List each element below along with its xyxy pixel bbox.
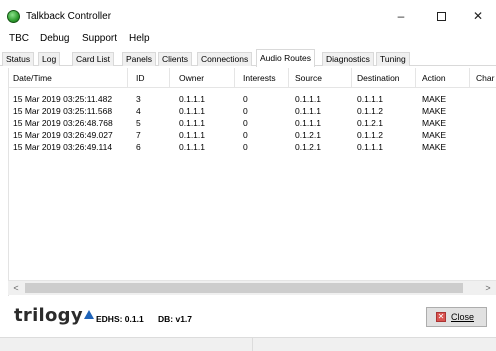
cell-id: 6 xyxy=(136,142,141,152)
column-header-interests[interactable]: Interests xyxy=(243,73,276,83)
tab-panels[interactable]: Panels xyxy=(122,52,156,66)
table-row[interactable]: 15 Mar 2019 03:25:11.482 3 0.1.1.1 0 0.1… xyxy=(9,94,496,106)
column-header-id[interactable]: ID xyxy=(136,73,145,83)
column-divider[interactable] xyxy=(351,68,352,88)
cell-source: 0.1.2.1 xyxy=(295,142,321,152)
horizontal-scrollbar[interactable]: < > xyxy=(8,280,496,295)
cell-date-time: 15 Mar 2019 03:25:11.482 xyxy=(13,94,113,104)
column-divider[interactable] xyxy=(415,68,416,88)
cell-destination: 0.1.1.1 xyxy=(357,142,383,152)
column-header-row: Date/Time ID Owner Interests Source Dest… xyxy=(9,68,496,88)
cell-interests: 0 xyxy=(243,130,248,140)
column-header-char[interactable]: Char xyxy=(476,73,494,83)
footer: trilogy EDHS: 0.1.1 DB: v1.7 ✕ Close xyxy=(0,297,496,337)
cell-source: 0.1.1.1 xyxy=(295,106,321,116)
cell-interests: 0 xyxy=(243,106,248,116)
cell-id: 5 xyxy=(136,118,141,128)
column-divider[interactable] xyxy=(127,68,128,88)
maximize-button[interactable] xyxy=(426,6,456,26)
tab-strip: Status Log Card List Panels Clients Conn… xyxy=(0,49,496,67)
cell-action: MAKE xyxy=(422,94,447,104)
cell-id: 4 xyxy=(136,106,141,116)
cell-id: 7 xyxy=(136,130,141,140)
column-header-destination[interactable]: Destination xyxy=(357,73,400,83)
menu-bar: TBC Debug Support Help xyxy=(0,31,496,47)
cell-interests: 0 xyxy=(243,94,248,104)
cell-interests: 0 xyxy=(243,142,248,152)
cell-date-time: 15 Mar 2019 03:26:48.768 xyxy=(13,118,113,128)
tab-tuning[interactable]: Tuning xyxy=(376,52,410,66)
column-divider[interactable] xyxy=(169,68,170,88)
audio-routes-list[interactable]: Date/Time ID Owner Interests Source Dest… xyxy=(8,68,496,296)
maximize-icon xyxy=(436,12,446,22)
cell-owner: 0.1.1.1 xyxy=(179,118,205,128)
cell-destination: 0.1.1.2 xyxy=(357,106,383,116)
logo-triangle-icon xyxy=(83,310,94,319)
table-row[interactable]: 15 Mar 2019 03:25:11.568 4 0.1.1.1 0 0.1… xyxy=(9,106,496,118)
cell-action: MAKE xyxy=(422,118,447,128)
tab-status[interactable]: Status xyxy=(2,52,35,66)
logo-text: trilogy xyxy=(14,305,83,326)
cell-owner: 0.1.1.1 xyxy=(179,94,205,104)
table-row[interactable]: 15 Mar 2019 03:26:48.768 5 0.1.1.1 0 0.1… xyxy=(9,118,496,130)
cell-date-time: 15 Mar 2019 03:25:11.568 xyxy=(13,106,113,116)
status-bar xyxy=(0,337,496,351)
trilogy-logo: trilogy xyxy=(14,305,94,326)
cell-action: MAKE xyxy=(422,130,447,140)
close-icon: ✕ xyxy=(436,312,446,322)
column-divider[interactable] xyxy=(234,68,235,88)
cell-owner: 0.1.1.1 xyxy=(179,130,205,140)
cell-owner: 0.1.1.1 xyxy=(179,142,205,152)
tab-clients[interactable]: Clients xyxy=(158,52,192,66)
cell-id: 3 xyxy=(136,94,141,104)
scroll-thumb[interactable] xyxy=(25,283,463,293)
menu-support[interactable]: Support xyxy=(82,33,117,44)
db-version: DB: v1.7 xyxy=(158,314,193,324)
menu-tbc[interactable]: TBC xyxy=(9,33,29,44)
cell-date-time: 15 Mar 2019 03:26:49.114 xyxy=(13,142,113,152)
column-divider[interactable] xyxy=(288,68,289,88)
column-header-owner[interactable]: Owner xyxy=(179,73,204,83)
column-header-source[interactable]: Source xyxy=(295,73,322,83)
close-button[interactable]: ✕ Close xyxy=(426,307,487,327)
table-row[interactable]: 15 Mar 2019 03:26:49.027 7 0.1.1.1 0 0.1… xyxy=(9,130,496,142)
tab-card-list[interactable]: Card List xyxy=(72,52,115,66)
tab-audio-routes[interactable]: Audio Routes xyxy=(256,49,316,67)
column-divider[interactable] xyxy=(469,68,470,88)
menu-debug[interactable]: Debug xyxy=(40,33,69,44)
cell-date-time: 15 Mar 2019 03:26:49.027 xyxy=(13,130,113,140)
cell-source: 0.1.2.1 xyxy=(295,130,321,140)
tab-log[interactable]: Log xyxy=(38,52,61,66)
cell-source: 0.1.1.1 xyxy=(295,118,321,128)
table-row[interactable]: 15 Mar 2019 03:26:49.114 6 0.1.1.1 0 0.1… xyxy=(9,142,496,154)
menu-help[interactable]: Help xyxy=(129,33,150,44)
edhs-version: EDHS: 0.1.1 xyxy=(96,314,144,324)
cell-action: MAKE xyxy=(422,142,447,152)
window-title: Talkback Controller xyxy=(26,11,112,22)
cell-action: MAKE xyxy=(422,106,447,116)
cell-source: 0.1.1.1 xyxy=(295,94,321,104)
minimize-button[interactable]: – xyxy=(386,6,416,26)
cell-owner: 0.1.1.1 xyxy=(179,106,205,116)
status-pane xyxy=(253,338,496,351)
column-header-action[interactable]: Action xyxy=(422,73,446,83)
close-button-label: Close xyxy=(451,312,475,322)
cell-destination: 0.1.2.1 xyxy=(357,118,383,128)
status-pane xyxy=(0,338,253,351)
column-header-date-time[interactable]: Date/Time xyxy=(13,73,52,83)
cell-destination: 0.1.1.2 xyxy=(357,130,383,140)
tab-connections[interactable]: Connections xyxy=(197,52,253,66)
tab-diagnostics[interactable]: Diagnostics xyxy=(322,52,374,66)
scroll-right-arrow-icon[interactable]: > xyxy=(480,281,496,296)
app-icon xyxy=(7,10,20,23)
cell-destination: 0.1.1.1 xyxy=(357,94,383,104)
cell-interests: 0 xyxy=(243,118,248,128)
scroll-left-arrow-icon[interactable]: < xyxy=(8,281,24,296)
window-close-button[interactable]: ✕ xyxy=(463,6,493,26)
title-bar: Talkback Controller – ✕ xyxy=(0,0,496,32)
